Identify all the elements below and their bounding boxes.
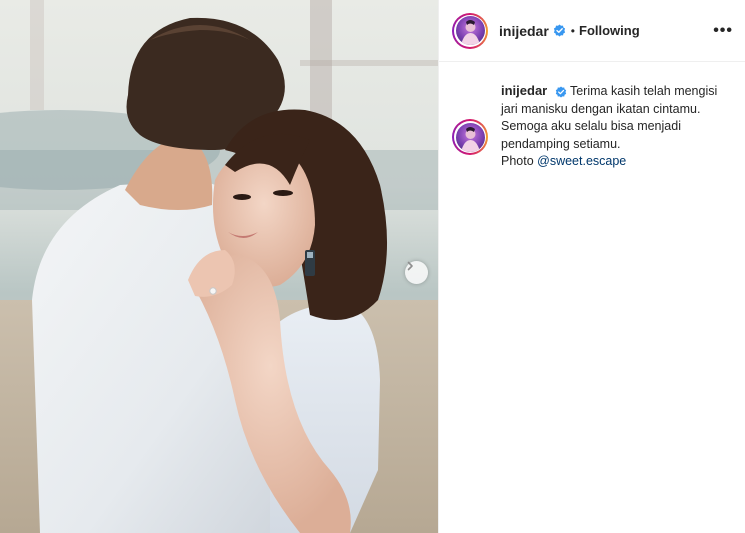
more-options-icon[interactable]: ••• <box>713 22 733 39</box>
header-separator: • <box>570 23 575 38</box>
verified-badge-icon <box>553 24 565 37</box>
verified-badge-icon <box>555 86 566 98</box>
photo-couple-embrace <box>0 0 438 533</box>
caption-line-4: pendamping setiamu. <box>501 136 621 151</box>
caption-line-1: Terima kasih telah mengisi <box>569 84 718 98</box>
caption-line-3: Semoga aku selalu bisa menjadi <box>501 119 681 133</box>
following-button[interactable]: Following <box>579 23 640 38</box>
caption-credit: Photo @sweet.escape <box>501 153 733 171</box>
next-image-button[interactable] <box>405 261 428 284</box>
avatar-image <box>455 122 485 152</box>
avatar[interactable] <box>452 12 488 49</box>
post-header: inijedar • Following ••• <box>439 0 745 62</box>
caption-line-2: jari manisku dengan ikatan cintamu. <box>501 101 701 116</box>
header-username[interactable]: inijedar <box>499 23 549 39</box>
caption-comment: inijedar Terima kasih telah mengisi jari… <box>439 62 745 171</box>
caption-photo-prefix: Photo <box>501 154 538 168</box>
avatar-image <box>455 16 485 45</box>
instagram-post: inijedar • Following ••• inijedar Terima… <box>0 0 745 533</box>
mention-link[interactable]: @sweet.escape <box>537 154 626 168</box>
caption-username[interactable]: inijedar <box>501 83 547 98</box>
post-side-panel: inijedar • Following ••• inijedar Terima… <box>438 0 745 533</box>
chevron-right-icon <box>407 261 413 271</box>
caption-avatar[interactable] <box>452 119 488 155</box>
caption-text: inijedar Terima kasih telah mengisi jari… <box>501 82 733 171</box>
post-photo[interactable] <box>0 0 438 533</box>
